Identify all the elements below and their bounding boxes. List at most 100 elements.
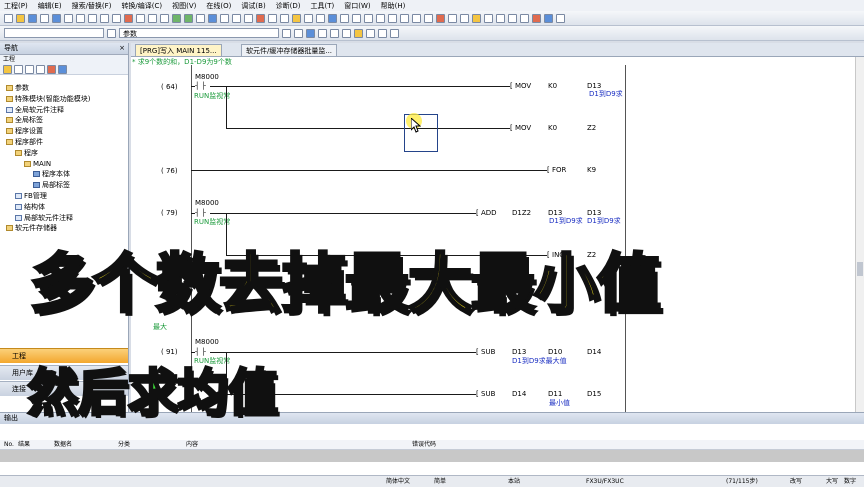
zoom-in-icon[interactable] (366, 28, 375, 38)
menu-debug[interactable]: 调试(B) (241, 1, 265, 11)
ladder-coil-icon[interactable] (148, 13, 157, 23)
read-mode-icon[interactable] (496, 13, 505, 23)
find-instruction-icon[interactable] (318, 28, 327, 38)
undo-icon[interactable] (100, 13, 109, 23)
instruction-op[interactable]: MOV (515, 82, 531, 90)
tree-item[interactable]: 特殊模块(智能功能模块) (6, 94, 90, 104)
menu-project[interactable]: 工程(P) (4, 1, 28, 11)
device-icon[interactable] (232, 13, 241, 23)
settings-icon[interactable] (268, 13, 277, 23)
search-icon[interactable] (124, 13, 133, 23)
instruction-op[interactable]: FOR (552, 166, 566, 174)
menu-help[interactable]: 帮助(H) (381, 1, 406, 11)
table-icon[interactable] (484, 13, 493, 23)
device-list-icon[interactable] (354, 28, 363, 38)
bookmark-icon[interactable] (390, 28, 399, 38)
save-icon[interactable] (28, 13, 37, 23)
normally-open-contact[interactable]: ┤ ├ (195, 348, 206, 356)
stop-icon[interactable] (256, 13, 265, 23)
instruction-op[interactable]: ADD (481, 209, 497, 217)
hline-icon[interactable] (388, 13, 397, 23)
comment-icon[interactable] (292, 13, 301, 23)
help-icon[interactable] (52, 13, 61, 23)
operation-icon[interactable] (460, 13, 469, 23)
tree-item[interactable]: 程序设置 (6, 126, 43, 136)
label-icon[interactable] (328, 13, 337, 23)
new-file-icon[interactable] (4, 13, 13, 23)
contact-nc-icon[interactable] (352, 13, 361, 23)
instruction-icon[interactable] (376, 13, 385, 23)
write-mode-icon[interactable] (508, 13, 517, 23)
write-plc-icon[interactable] (184, 13, 193, 23)
column-content[interactable]: 内容 (186, 440, 198, 449)
normally-open-contact[interactable]: ┤ ├ (195, 209, 206, 217)
grid-icon[interactable] (280, 13, 289, 23)
tree-item[interactable]: 软元件存储器 (6, 223, 57, 233)
monitor-mode-icon[interactable] (520, 13, 529, 23)
note-icon[interactable] (316, 13, 325, 23)
contact-no-icon[interactable] (340, 13, 349, 23)
tree-item[interactable]: MAIN (24, 159, 51, 169)
column-category[interactable]: 分类 (118, 440, 130, 449)
zoom-out-icon[interactable] (378, 28, 387, 38)
print-icon[interactable] (40, 13, 49, 23)
program-combo[interactable]: 参数 (119, 28, 279, 38)
tree-item[interactable]: 程序本体 (33, 169, 70, 179)
target-combo[interactable] (4, 28, 104, 38)
cut-icon[interactable] (64, 13, 73, 23)
paste-icon[interactable] (88, 13, 97, 23)
menu-find-replace[interactable]: 搜索/替换(F) (72, 1, 112, 11)
instruction-op[interactable]: SUB (481, 348, 495, 356)
jump-icon[interactable] (294, 28, 303, 38)
delete-line-icon[interactable] (436, 13, 445, 23)
normally-open-contact[interactable]: ┤ ├ (195, 82, 206, 90)
instruction-op[interactable]: SUB (481, 390, 495, 398)
copy-item-icon[interactable] (25, 64, 34, 74)
vertical-scrollbar[interactable] (855, 57, 864, 412)
sequence-icon[interactable] (472, 13, 481, 23)
tree-item[interactable]: 结构体 (15, 202, 45, 212)
tree-item[interactable]: FB管理 (15, 191, 47, 201)
close-icon[interactable]: × (119, 43, 125, 54)
new-item-icon[interactable] (3, 64, 12, 74)
statement-icon[interactable] (304, 13, 313, 23)
tree-item[interactable]: 参数 (6, 83, 29, 93)
monitor-write-icon[interactable] (532, 13, 541, 23)
monitor-stop-icon[interactable] (220, 13, 229, 23)
menu-window[interactable]: 窗口(W) (344, 1, 370, 11)
tree-item[interactable]: 程序部件 (6, 137, 43, 147)
ladder-line-icon[interactable] (160, 13, 169, 23)
chevron-down-icon[interactable] (107, 28, 116, 38)
redo-icon[interactable] (112, 13, 121, 23)
column-error-code[interactable]: 错误代码 (412, 440, 436, 449)
cross-reference-icon[interactable] (342, 28, 351, 38)
tree-item[interactable]: 全局软元件注释 (6, 105, 64, 115)
copy-icon[interactable] (76, 13, 85, 23)
menu-view[interactable]: 视图(V) (172, 1, 196, 11)
tree-item[interactable]: 局部软元件注释 (15, 213, 73, 223)
window-icon[interactable] (544, 13, 553, 23)
delete-item-icon[interactable] (47, 64, 56, 74)
menu-edit[interactable]: 编辑(E) (38, 1, 62, 11)
tree-item[interactable]: 程序 (15, 148, 38, 158)
coil-out-icon[interactable] (364, 13, 373, 23)
pane-project-button[interactable]: 工程 (0, 348, 128, 363)
chevron-down-icon[interactable] (282, 28, 291, 38)
invert-icon[interactable] (448, 13, 457, 23)
menu-tools[interactable]: 工具(T) (311, 1, 335, 11)
compile-icon[interactable] (172, 13, 181, 23)
menu-diagnostics[interactable]: 诊断(D) (276, 1, 301, 11)
menu-online[interactable]: 在线(O) (206, 1, 231, 11)
zoom-icon[interactable] (244, 13, 253, 23)
monitor-icon[interactable] (208, 13, 217, 23)
column-result[interactable]: 结果 (18, 440, 30, 449)
instruction-op[interactable]: MOV (515, 124, 531, 132)
column-data-name[interactable]: 数据名 (54, 440, 72, 449)
ladder-canvas[interactable]: * 求9个数的和，D1-D9为9个数 ( 64) M8000 RUN监视常 ┤ … (131, 57, 856, 412)
ladder-contact-icon[interactable] (136, 13, 145, 23)
tab-main-program[interactable]: [PRG]写入 MAIN 115... (135, 44, 222, 56)
properties-icon[interactable] (14, 64, 23, 74)
open-folder-icon[interactable] (16, 13, 25, 23)
paste-item-icon[interactable] (36, 64, 45, 74)
navigation-options-icon[interactable] (58, 64, 67, 74)
